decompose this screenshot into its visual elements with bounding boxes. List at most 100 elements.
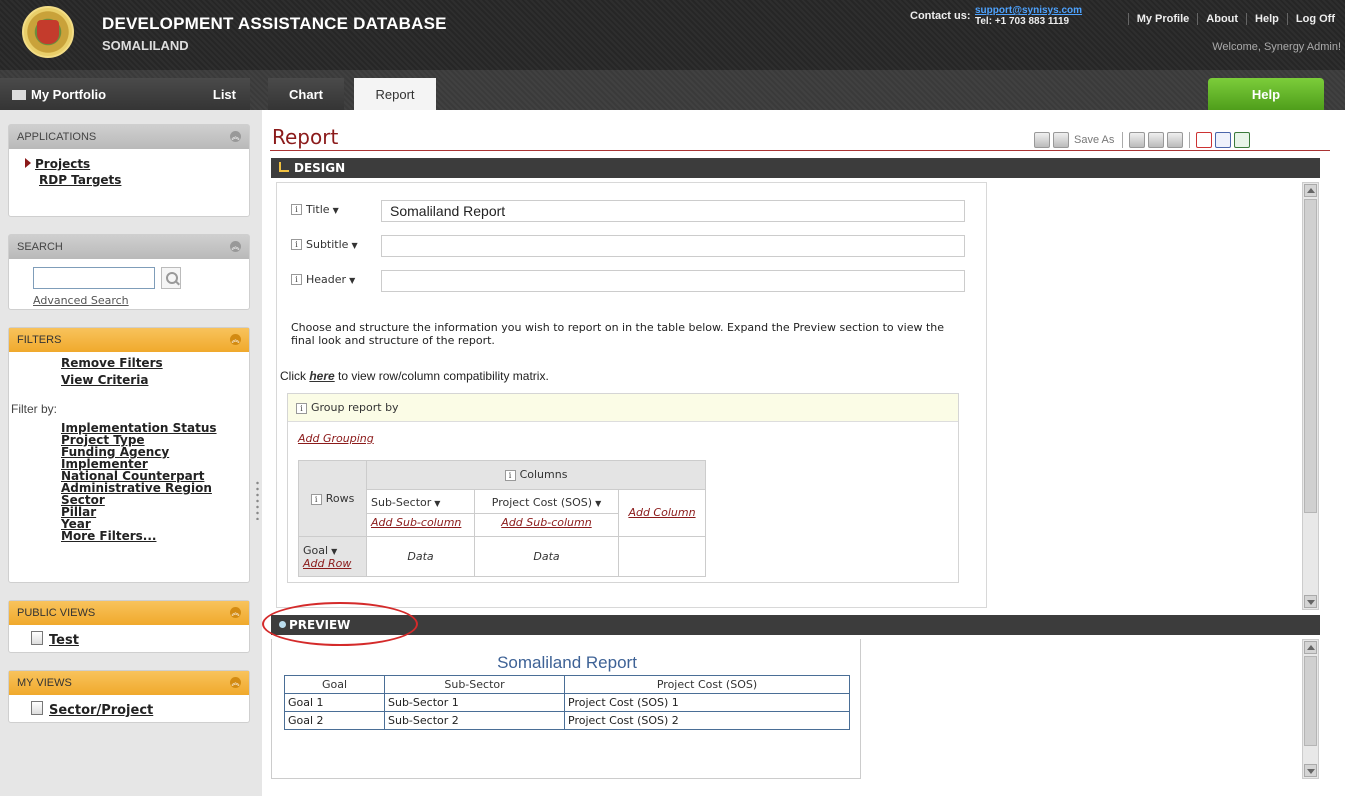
add-row-link[interactable]: Add Row: [303, 557, 351, 570]
data-cell: Data: [366, 536, 475, 577]
scroll-thumb[interactable]: [1304, 199, 1317, 513]
design-scrollbar[interactable]: [1302, 182, 1319, 610]
help-button[interactable]: Help: [1208, 78, 1324, 110]
preview-section-header[interactable]: PREVIEW: [271, 615, 1320, 635]
header-label[interactable]: Header ▼: [306, 273, 355, 286]
header-label-text: Header: [306, 273, 347, 286]
column-project-cost-label: Project Cost (SOS): [491, 496, 593, 510]
info-icon[interactable]: i: [310, 494, 322, 505]
info-icon[interactable]: i: [291, 239, 302, 250]
view-criteria-link[interactable]: View Criteria: [61, 373, 249, 387]
advanced-search-link[interactable]: Advanced Search: [33, 294, 129, 307]
search-input[interactable]: [33, 267, 155, 289]
public-views-header[interactable]: PUBLIC VIEWS ︽: [9, 601, 249, 625]
info-icon[interactable]: i: [296, 403, 307, 414]
about-link[interactable]: About: [1197, 13, 1246, 25]
table-row: Goal 1 Sub-Sector 1 Project Cost (SOS) 1: [284, 693, 850, 712]
title-label-text: Title: [306, 203, 330, 216]
collapse-icon[interactable]: ︽: [230, 607, 241, 618]
add-column-link[interactable]: Add Column: [628, 506, 695, 519]
remove-filters-link[interactable]: Remove Filters: [61, 356, 249, 370]
design-icon: [279, 162, 289, 172]
save-as-label[interactable]: Save As: [1074, 134, 1114, 146]
my-view-sector-project[interactable]: Sector/Project: [49, 703, 153, 718]
subtitle-input[interactable]: [381, 235, 965, 257]
table-cell: Goal 1: [284, 693, 385, 712]
dropdown-arrow-icon: ▼: [351, 241, 358, 250]
scroll-down-icon[interactable]: [1304, 595, 1317, 608]
more-filters-link[interactable]: More Filters...: [61, 530, 217, 542]
title-divider: [270, 150, 1330, 151]
my-views-header[interactable]: MY VIEWS ︽: [9, 671, 249, 695]
scroll-down-icon[interactable]: [1304, 764, 1317, 777]
sidebar-item-rdp-targets[interactable]: RDP Targets: [39, 173, 249, 187]
app-title: DEVELOPMENT ASSISTANCE DATABASE: [102, 14, 447, 33]
collapse-icon[interactable]: ︽: [230, 131, 241, 142]
sidebar-splitter-handle[interactable]: [256, 480, 259, 520]
scroll-up-icon[interactable]: [1304, 184, 1317, 197]
contact-email-link[interactable]: support@synisys.com: [975, 5, 1082, 16]
scroll-thumb[interactable]: [1304, 656, 1317, 746]
tab-chart[interactable]: Chart: [268, 78, 344, 110]
word-icon[interactable]: [1215, 132, 1232, 148]
tab-my-portfolio[interactable]: My Portfolio List: [0, 78, 250, 110]
print-icon[interactable]: [1129, 132, 1146, 148]
title-input[interactable]: [381, 200, 965, 222]
save-icon[interactable]: [1034, 132, 1050, 148]
help-link[interactable]: Help: [1246, 13, 1287, 25]
add-grouping-link[interactable]: Add Grouping: [298, 432, 374, 445]
public-views-title: PUBLIC VIEWS: [17, 607, 96, 619]
compatibility-matrix-link[interactable]: here: [309, 369, 334, 383]
column-project-cost-dropdown[interactable]: Project Cost (SOS) ▼: [479, 496, 614, 509]
design-section-header[interactable]: DESIGN: [271, 158, 1320, 178]
empty-cell: [618, 536, 706, 577]
preview-table: Goal Sub-Sector Project Cost (SOS) Goal …: [284, 675, 850, 730]
row-goal-dropdown[interactable]: Goal ▼: [303, 544, 366, 557]
table-cell: Sub-Sector 2: [384, 711, 565, 730]
row-goal-label: Goal: [303, 543, 329, 557]
log-off-link[interactable]: Log Off: [1286, 13, 1343, 25]
applications-panel: APPLICATIONS ︽ Projects RDP Targets: [8, 124, 250, 217]
search-icon[interactable]: [161, 267, 181, 289]
search-title: SEARCH: [17, 241, 63, 253]
add-subcolumn-link[interactable]: Add Sub-column: [501, 516, 591, 529]
top-header: DEVELOPMENT ASSISTANCE DATABASE SOMALILA…: [0, 0, 1345, 70]
tab-list[interactable]: List: [213, 87, 236, 102]
public-view-test[interactable]: Test: [49, 633, 79, 648]
title-label[interactable]: Title ▼: [306, 203, 339, 216]
preview-header-sub-sector: Sub-Sector: [384, 675, 565, 694]
column-project-cost-cell: Project Cost (SOS) ▼ Add Sub-column: [474, 488, 619, 538]
pdf-icon[interactable]: [1196, 132, 1213, 148]
group-report-by-header: i Group report by: [288, 394, 958, 422]
excel-icon[interactable]: [1234, 132, 1251, 148]
chart-export-icon[interactable]: [1167, 132, 1184, 148]
export-icon[interactable]: [1148, 132, 1165, 148]
header-input[interactable]: [381, 270, 965, 292]
applications-header[interactable]: APPLICATIONS ︽: [9, 125, 249, 149]
info-icon[interactable]: i: [291, 274, 302, 285]
compatibility-matrix-text: Click here to view row/column compatibil…: [280, 369, 549, 383]
tab-bar: My Portfolio List Chart Report Help: [0, 70, 1345, 110]
info-icon[interactable]: i: [504, 470, 516, 482]
filters-header[interactable]: FILTERS ︽: [9, 328, 249, 352]
preview-header-goal: Goal: [284, 675, 385, 694]
contact-phone: Tel: +1 703 883 1119: [975, 16, 1070, 27]
group-report-by-label: Group report by: [311, 401, 399, 414]
my-profile-link[interactable]: My Profile: [1127, 13, 1198, 25]
column-sub-sector-dropdown[interactable]: Sub-Sector ▼: [371, 496, 470, 509]
collapse-icon[interactable]: ︽: [230, 677, 241, 688]
search-header[interactable]: SEARCH ︽: [9, 235, 249, 259]
sidebar-item-projects[interactable]: Projects: [25, 157, 249, 171]
filters-panel: FILTERS ︽ Remove Filters View Criteria F…: [8, 327, 250, 583]
subtitle-label[interactable]: Subtitle ▼: [306, 238, 358, 251]
collapse-icon[interactable]: ︽: [230, 334, 241, 345]
public-views-panel: PUBLIC VIEWS ︽ Test: [8, 600, 250, 653]
sidebar-item-projects-label: Projects: [35, 157, 91, 171]
save-as-icon[interactable]: [1053, 132, 1069, 148]
collapse-icon[interactable]: ︽: [230, 241, 241, 252]
scroll-up-icon[interactable]: [1304, 641, 1317, 654]
info-icon[interactable]: i: [291, 204, 302, 215]
tab-report[interactable]: Report: [354, 78, 436, 110]
preview-scrollbar[interactable]: [1302, 639, 1319, 779]
add-subcolumn-link[interactable]: Add Sub-column: [371, 516, 461, 529]
